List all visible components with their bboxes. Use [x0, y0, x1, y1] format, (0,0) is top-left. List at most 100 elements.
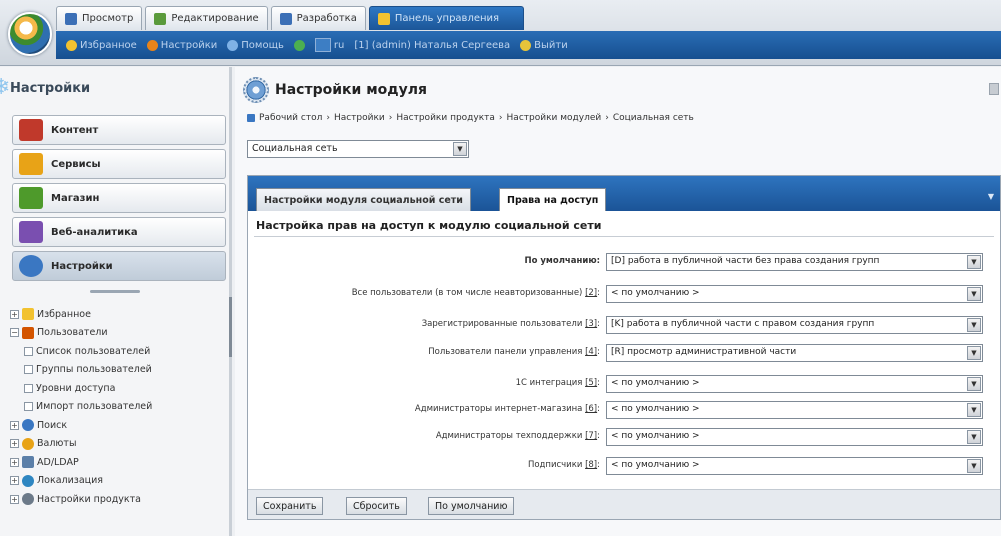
- expand-icon[interactable]: +: [10, 309, 19, 319]
- menu-analytics-button[interactable]: Веб-аналитика: [12, 217, 226, 247]
- chevron-down-icon[interactable]: ▼: [967, 346, 981, 360]
- page-header: Настройки модуля: [243, 77, 427, 103]
- chevron-down-icon[interactable]: ▼: [967, 318, 981, 332]
- permission-label: Подписчики [8]:: [527, 460, 600, 470]
- tree-item-currencies[interactable]: + Валюты: [10, 435, 225, 454]
- group-id-link[interactable]: [2]: [585, 288, 597, 298]
- tree-item-product-settings[interactable]: + Настройки продукта: [10, 490, 225, 509]
- menu-services-button[interactable]: Сервисы: [12, 149, 226, 179]
- view-icon: [65, 12, 77, 25]
- current-user-link[interactable]: [1] (admin) Наталья Сергеева: [354, 40, 510, 51]
- group-id-link[interactable]: [6]: [585, 404, 597, 414]
- tree-item-user-import[interactable]: Импорт пользователей: [10, 398, 225, 417]
- tree-item-user-list[interactable]: Список пользователей: [10, 342, 225, 361]
- expand-icon[interactable]: +: [10, 420, 19, 430]
- menu-settings-button[interactable]: Настройки: [12, 251, 226, 281]
- breadcrumb-settings[interactable]: Настройки: [334, 113, 385, 123]
- logout-link[interactable]: Выйти: [520, 39, 568, 51]
- chevron-down-icon[interactable]: ▼: [967, 430, 981, 444]
- tab-control-panel[interactable]: Панель управления: [368, 6, 524, 30]
- permission-label: Пользователи панели управления [4]:: [428, 347, 600, 357]
- users-icon: [22, 326, 34, 339]
- chevron-down-icon[interactable]: ▼: [967, 287, 981, 301]
- refresh-button[interactable]: [293, 39, 305, 51]
- help-link[interactable]: Помощь: [227, 39, 284, 51]
- module-select[interactable]: Социальная сеть ▼: [247, 140, 469, 158]
- chevron-down-icon[interactable]: ▼: [967, 459, 981, 473]
- chevron-down-icon[interactable]: ▼: [967, 255, 981, 269]
- chevron-down-icon[interactable]: ▼: [967, 377, 981, 391]
- expand-icon[interactable]: +: [10, 439, 19, 449]
- settings-globe-icon: [19, 255, 43, 277]
- breadcrumb-product-settings[interactable]: Настройки продукта: [396, 113, 495, 123]
- tab-edit[interactable]: Редактирование: [145, 6, 268, 30]
- chevron-down-icon[interactable]: ▼: [967, 403, 981, 417]
- tree-item-ldap[interactable]: + AD/LDAP: [10, 453, 225, 472]
- settings-link[interactable]: Настройки: [146, 39, 217, 51]
- expand-icon[interactable]: +: [10, 476, 19, 486]
- menu-splitter[interactable]: [90, 290, 140, 293]
- settings-tree: + Избранное − Пользователи Список пользова…: [10, 305, 225, 509]
- breadcrumb-desktop[interactable]: Рабочий стол: [259, 113, 322, 123]
- home-icon: [247, 114, 255, 122]
- tree-item-localization[interactable]: + Локализация: [10, 472, 225, 491]
- shop-cart-icon: [19, 187, 43, 209]
- permission-select[interactable]: [D] работа в публичной части без права с…: [606, 253, 983, 271]
- tab-module-settings[interactable]: Настройки модуля социальной сети: [256, 188, 471, 211]
- tab-develop[interactable]: Разработка: [270, 6, 366, 30]
- permission-select[interactable]: [K] работа в публичной части с правом со…: [606, 316, 983, 334]
- gear-icon: [146, 39, 158, 51]
- page-title: Настройки модуля: [275, 82, 427, 98]
- permission-label: Зарегистрированные пользователи [3]:: [421, 319, 600, 329]
- tree-item-search[interactable]: + Поиск: [10, 416, 225, 435]
- permission-select[interactable]: < по умолчанию > ▼: [606, 457, 983, 475]
- tree-item-user-groups[interactable]: Группы пользователей: [10, 361, 225, 380]
- group-id-link[interactable]: [5]: [585, 378, 597, 388]
- language-switch[interactable]: ru: [314, 38, 344, 52]
- permission-select[interactable]: < по умолчанию > ▼: [606, 375, 983, 393]
- breadcrumb-sep: ›: [498, 113, 503, 123]
- breadcrumb-current: Социальная сеть: [612, 113, 694, 123]
- ldap-icon: [22, 456, 34, 469]
- print-icon[interactable]: [989, 83, 999, 95]
- group-id-link[interactable]: [4]: [585, 347, 597, 357]
- breadcrumb-module-settings[interactable]: Настройки модулей: [507, 113, 602, 123]
- save-button[interactable]: Сохранить: [256, 497, 324, 515]
- bitrix-logo-icon[interactable]: [8, 12, 52, 56]
- tree-item-users[interactable]: − Пользователи: [10, 324, 225, 343]
- tab-access-rights[interactable]: Права на доступ: [499, 188, 607, 211]
- left-menu: ❄ Настройки Контент Сервисы Магазин Веб-…: [0, 67, 232, 536]
- expand-icon[interactable]: +: [10, 457, 19, 467]
- group-id-link[interactable]: [8]: [585, 460, 597, 470]
- group-id-link[interactable]: [3]: [585, 319, 597, 329]
- tab-view[interactable]: Просмотр: [56, 6, 143, 30]
- reset-button[interactable]: Сбросить: [346, 497, 407, 515]
- tree-item-favorites[interactable]: + Избранное: [10, 305, 225, 324]
- permission-row-shop-admins: Администраторы интернет-магазина [6]: < …: [254, 401, 996, 419]
- permission-select[interactable]: [R] просмотр административной части ▼: [606, 344, 983, 362]
- chevron-down-icon[interactable]: ▼: [988, 192, 994, 201]
- permission-row-1c: 1С интеграция [5]: < по умолчанию > ▼: [254, 375, 996, 393]
- section-title: Настройка прав на доступ к модулю социал…: [256, 219, 602, 232]
- permission-select[interactable]: < по умолчанию > ▼: [606, 285, 983, 303]
- permission-row-all-users: Все пользователи (в том числе неавторизо…: [254, 285, 996, 303]
- default-button[interactable]: По умолчанию: [428, 497, 515, 515]
- edit-icon: [154, 12, 167, 25]
- page-icon: [24, 346, 33, 356]
- analytics-icon: [19, 221, 43, 243]
- collapse-icon[interactable]: −: [10, 328, 19, 338]
- group-id-link[interactable]: [7]: [585, 431, 597, 441]
- permission-row-admin-panel-users: Пользователи панели управления [4]: [R] …: [254, 344, 996, 362]
- menu-shop-button[interactable]: Магазин: [12, 183, 226, 213]
- flag-icon: [314, 38, 331, 52]
- permission-select[interactable]: < по умолчанию > ▼: [606, 401, 983, 419]
- permission-select[interactable]: < по умолчанию > ▼: [606, 428, 983, 446]
- chevron-down-icon[interactable]: ▼: [453, 142, 467, 156]
- menu-content-button[interactable]: Контент: [12, 115, 226, 145]
- menu-scrollbar[interactable]: [229, 297, 232, 357]
- tree-item-access-levels[interactable]: Уровни доступа: [10, 379, 225, 398]
- gear-icon: [22, 493, 34, 506]
- favorites-link[interactable]: Избранное: [66, 39, 137, 51]
- expand-icon[interactable]: +: [10, 494, 19, 504]
- permission-label: Администраторы интернет-магазина [6]:: [414, 404, 600, 414]
